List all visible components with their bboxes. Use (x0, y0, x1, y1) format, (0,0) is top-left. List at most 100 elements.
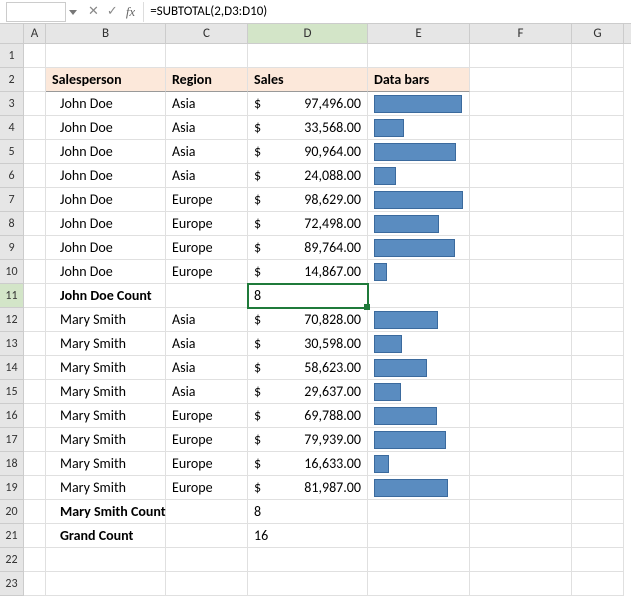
cell[interactable] (24, 524, 46, 548)
cell[interactable] (470, 356, 572, 380)
cell[interactable] (572, 92, 624, 116)
cell-region[interactable]: Europe (166, 452, 248, 476)
cell-region[interactable]: Europe (166, 404, 248, 428)
row-header[interactable]: 2 (0, 68, 24, 92)
cell-region[interactable]: Europe (166, 188, 248, 212)
cell[interactable] (470, 332, 572, 356)
subtotal-label[interactable]: Mary Smith Count (46, 500, 166, 524)
cell-databar[interactable] (368, 404, 470, 428)
cell[interactable] (470, 452, 572, 476)
row-header[interactable]: 18 (0, 452, 24, 476)
col-header-E[interactable]: E (368, 24, 470, 43)
cell-sales[interactable]: $69,788.00 (248, 404, 368, 428)
cell[interactable] (572, 428, 624, 452)
cell[interactable] (470, 44, 572, 68)
subtotal-value[interactable]: 8 (248, 500, 368, 524)
row-header[interactable]: 15 (0, 380, 24, 404)
row-header[interactable]: 6 (0, 164, 24, 188)
cell-databar[interactable] (368, 236, 470, 260)
subtotal-label[interactable]: Grand Count (46, 524, 166, 548)
cell[interactable] (46, 548, 166, 572)
cell-region[interactable]: Asia (166, 92, 248, 116)
cell[interactable] (470, 572, 572, 596)
cell[interactable] (46, 572, 166, 596)
col-header-C[interactable]: C (166, 24, 248, 43)
cell[interactable] (24, 452, 46, 476)
cell-region[interactable]: Asia (166, 356, 248, 380)
cell[interactable] (572, 524, 624, 548)
cell-salesperson[interactable]: Mary Smith (46, 404, 166, 428)
cell-region[interactable]: Asia (166, 308, 248, 332)
row-header[interactable]: 20 (0, 500, 24, 524)
cell[interactable] (24, 236, 46, 260)
cell-sales[interactable]: $24,088.00 (248, 164, 368, 188)
row-header[interactable]: 11 (0, 284, 24, 308)
cell-salesperson[interactable]: Mary Smith (46, 308, 166, 332)
cell-databar[interactable] (368, 476, 470, 500)
cell-sales[interactable]: $33,568.00 (248, 116, 368, 140)
cell[interactable] (572, 404, 624, 428)
cell[interactable] (470, 404, 572, 428)
cell-databar[interactable] (368, 332, 470, 356)
cell[interactable] (24, 308, 46, 332)
cell[interactable] (572, 500, 624, 524)
cell[interactable] (24, 572, 46, 596)
cell[interactable] (470, 548, 572, 572)
row-header[interactable]: 8 (0, 212, 24, 236)
cell[interactable] (572, 308, 624, 332)
cell[interactable] (166, 572, 248, 596)
row-header[interactable]: 13 (0, 332, 24, 356)
cell-region[interactable]: Europe (166, 212, 248, 236)
subtotal-value[interactable]: 16 (248, 524, 368, 548)
name-box[interactable] (6, 2, 66, 22)
cell[interactable] (24, 260, 46, 284)
cell[interactable] (572, 332, 624, 356)
cell-salesperson[interactable]: Mary Smith (46, 428, 166, 452)
cell-sales[interactable]: $29,637.00 (248, 380, 368, 404)
cell-region[interactable]: Asia (166, 116, 248, 140)
cell[interactable] (470, 524, 572, 548)
cell-sales[interactable]: $81,987.00 (248, 476, 368, 500)
row-header[interactable]: 23 (0, 572, 24, 596)
cell-databar[interactable] (368, 260, 470, 284)
cell-salesperson[interactable]: Mary Smith (46, 332, 166, 356)
cell[interactable] (572, 452, 624, 476)
cell[interactable] (368, 500, 470, 524)
cell[interactable] (24, 476, 46, 500)
cell-sales[interactable]: $70,828.00 (248, 308, 368, 332)
cell-region[interactable]: Asia (166, 164, 248, 188)
cell[interactable] (24, 404, 46, 428)
cell-databar[interactable] (368, 164, 470, 188)
cell-region[interactable]: Europe (166, 476, 248, 500)
cell-databar[interactable] (368, 212, 470, 236)
header-sales[interactable]: Sales (248, 68, 368, 92)
row-header[interactable]: 21 (0, 524, 24, 548)
cell-databar[interactable] (368, 452, 470, 476)
cell-region[interactable]: Europe (166, 428, 248, 452)
cell-salesperson[interactable]: Mary Smith (46, 452, 166, 476)
row-header[interactable]: 5 (0, 140, 24, 164)
cell[interactable] (24, 428, 46, 452)
col-header-D[interactable]: D (248, 24, 368, 43)
cell-sales[interactable]: $72,498.00 (248, 212, 368, 236)
cell[interactable] (24, 332, 46, 356)
cell-sales[interactable]: $98,629.00 (248, 188, 368, 212)
cell-sales[interactable]: $90,964.00 (248, 140, 368, 164)
header-region[interactable]: Region (166, 68, 248, 92)
cell[interactable] (24, 92, 46, 116)
cell[interactable] (24, 212, 46, 236)
cell-salesperson[interactable]: John Doe (46, 92, 166, 116)
cell[interactable] (24, 188, 46, 212)
cell[interactable] (572, 284, 624, 308)
cell[interactable] (24, 140, 46, 164)
cell[interactable] (470, 140, 572, 164)
cell-region[interactable]: Europe (166, 236, 248, 260)
col-header-B[interactable]: B (46, 24, 166, 43)
cell-databar[interactable] (368, 140, 470, 164)
cell[interactable] (470, 92, 572, 116)
cell[interactable] (470, 212, 572, 236)
row-header[interactable]: 7 (0, 188, 24, 212)
header-databars[interactable]: Data bars (368, 68, 470, 92)
row-header[interactable]: 14 (0, 356, 24, 380)
cell[interactable] (572, 236, 624, 260)
